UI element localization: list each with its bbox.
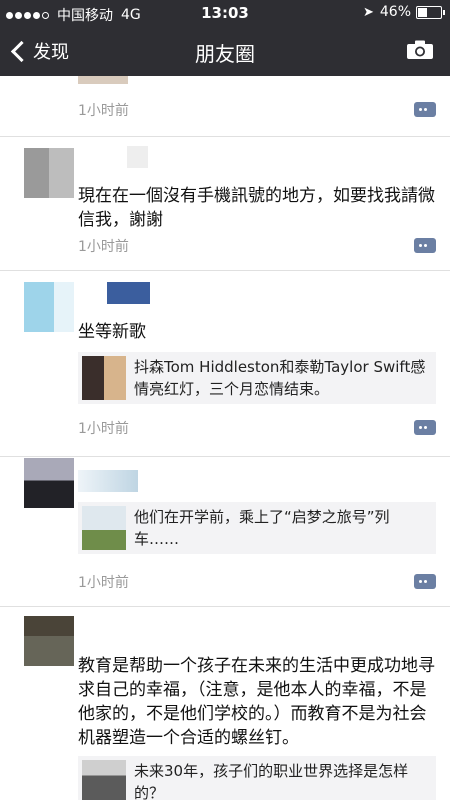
battery-percent: 46% bbox=[379, 4, 411, 20]
shared-link-card[interactable]: 他们在开学前，乘上了“启梦之旅号”列车…… bbox=[78, 502, 436, 554]
moments-feed[interactable]: 1小时前 現在在一個沒有手機訊號的地方，如要找我請微信我，謝謝 1小时前 坐等新… bbox=[0, 76, 450, 800]
nickname[interactable] bbox=[78, 282, 150, 304]
comment-button[interactable] bbox=[414, 102, 436, 117]
post-image bbox=[78, 76, 128, 84]
battery-icon bbox=[416, 5, 445, 19]
post-time: 1小时前 bbox=[78, 239, 129, 255]
post-text: 現在在一個沒有手機訊號的地方，如要找我請微信我，謝謝 bbox=[78, 186, 435, 230]
link-title: 抖森Tom Hiddleston和泰勒Taylor Swift感情亮红灯，三个月… bbox=[134, 358, 426, 398]
post-text: 教育是帮助一个孩子在未来的生活中更成功地寻求自己的幸福，（注意，是他本人的幸福，… bbox=[78, 656, 435, 748]
navigation-bar: 发现 朋友圈 bbox=[0, 26, 450, 76]
avatar[interactable] bbox=[24, 148, 74, 198]
nickname[interactable] bbox=[78, 146, 148, 168]
moment-post: 坐等新歌 抖森Tom Hiddleston和泰勒Taylor Swift感情亮红… bbox=[0, 270, 450, 457]
post-time: 1小时前 bbox=[78, 575, 129, 591]
moment-post: 1小时前 bbox=[0, 76, 450, 137]
moment-post: 教育是帮助一个孩子在未来的生活中更成功地寻求自己的幸福，（注意，是他本人的幸福，… bbox=[0, 606, 450, 800]
link-thumbnail bbox=[82, 356, 126, 400]
shared-link-card[interactable]: 抖森Tom Hiddleston和泰勒Taylor Swift感情亮红灯，三个月… bbox=[78, 352, 436, 404]
post-text: 坐等新歌 bbox=[78, 322, 146, 342]
link-thumbnail bbox=[82, 760, 126, 800]
link-thumbnail bbox=[82, 506, 126, 550]
avatar[interactable] bbox=[24, 282, 74, 332]
avatar[interactable] bbox=[24, 616, 74, 666]
avatar[interactable] bbox=[24, 458, 74, 508]
moment-post: 他们在开学前，乘上了“启梦之旅号”列车…… 1小时前 bbox=[0, 456, 450, 607]
page-title: 朋友圈 bbox=[195, 42, 255, 66]
post-time: 1小时前 bbox=[78, 103, 129, 119]
link-title: 未来30年，孩子们的职业世界选择是怎样的？ bbox=[134, 762, 409, 800]
shared-link-card[interactable]: 未来30年，孩子们的职业世界选择是怎样的？ bbox=[78, 756, 436, 800]
nickname[interactable] bbox=[78, 470, 138, 492]
comment-button[interactable] bbox=[414, 238, 436, 253]
camera-icon[interactable] bbox=[406, 40, 434, 60]
moment-post: 現在在一個沒有手機訊號的地方，如要找我請微信我，謝謝 1小时前 bbox=[0, 136, 450, 271]
status-bar: 中国移动 4G 13:03 ➤ 46% bbox=[0, 0, 450, 26]
comment-button[interactable] bbox=[414, 574, 436, 589]
comment-button[interactable] bbox=[414, 420, 436, 435]
location-arrow-icon: ➤ bbox=[362, 4, 374, 20]
post-time: 1小时前 bbox=[78, 421, 129, 437]
link-title: 他们在开学前，乘上了“启梦之旅号”列车…… bbox=[134, 508, 390, 548]
